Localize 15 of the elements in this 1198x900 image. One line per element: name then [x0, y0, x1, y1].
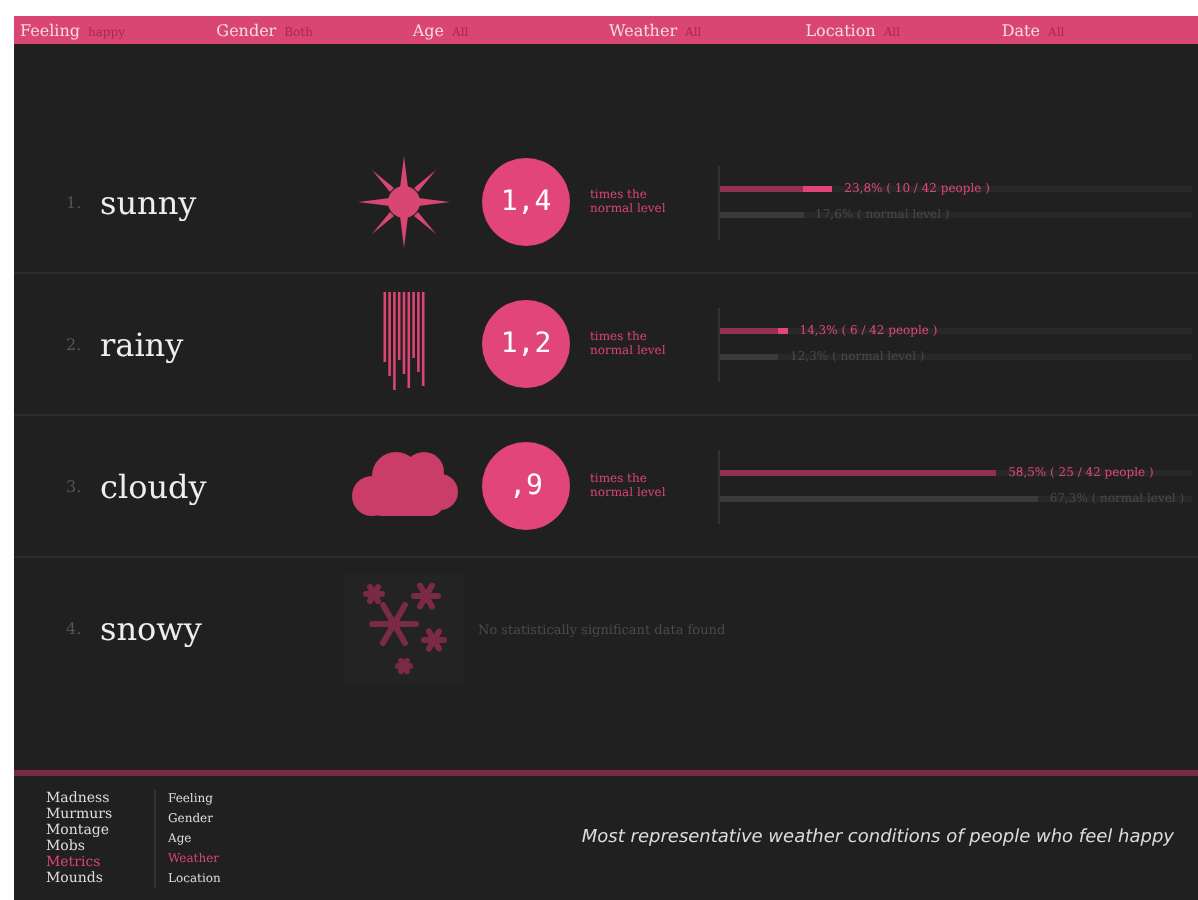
ratio-circle: ,9 — [482, 442, 570, 530]
sun-icon — [358, 156, 450, 248]
ratio-circle: 1,2 — [482, 300, 570, 388]
ratio-circle: 1,4 — [482, 158, 570, 246]
weather-name: rainy — [100, 325, 186, 363]
filter-label[interactable]: Weather — [609, 21, 678, 39]
filter-label[interactable]: Date — [1001, 21, 1040, 39]
weather-name: sunny — [100, 183, 199, 221]
filter-label[interactable]: Location — [805, 21, 876, 39]
weather-name: snowy — [100, 610, 204, 648]
filter-label[interactable]: Gender — [216, 21, 277, 39]
filter-label[interactable]: Feeling — [20, 21, 80, 39]
page-caption: Most representative weather conditions of people who feel happy — [581, 828, 1174, 848]
filter-label[interactable]: Age — [412, 21, 444, 39]
weather-name: cloudy — [100, 467, 209, 505]
